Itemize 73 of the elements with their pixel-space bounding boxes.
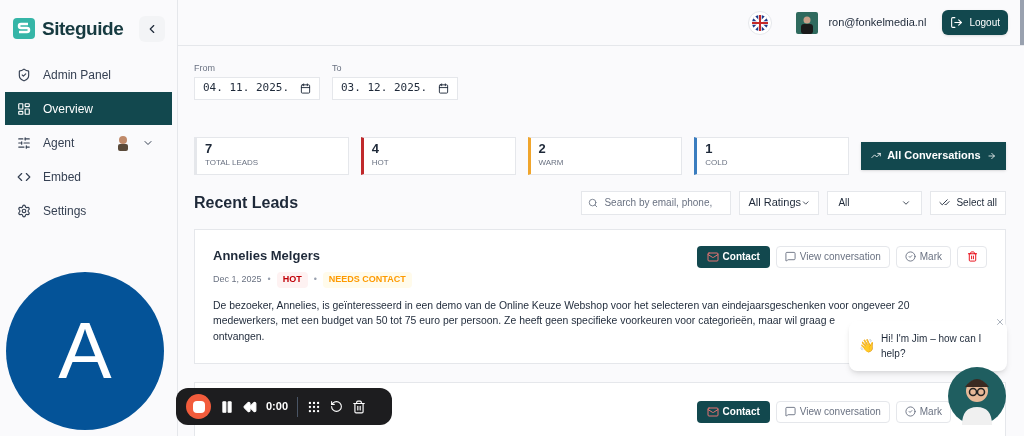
logout-button[interactable]: Logout <box>942 10 1008 35</box>
settings-icon <box>17 203 31 218</box>
user-email: ron@fonkelmedia.nl <box>828 15 927 31</box>
date-field[interactable]: 04. 11. 2025. <box>194 76 320 100</box>
logo-icon <box>12 17 36 41</box>
stat-label: HOT <box>371 157 390 169</box>
select-all-button[interactable]: Select all <box>930 190 1006 215</box>
stat-label: TOTAL LEADS <box>205 157 260 169</box>
summary-line: medewerkers, met een budget van 50 tot 75 euro per persoon. Ze heeft geen specifieke voorkeuren voor categorieën, maar wil graag e <box>213 314 836 328</box>
contact-button[interactable]: Contact <box>696 245 770 268</box>
sidebar-item[interactable]: Admin Panel <box>5 58 172 91</box>
wave-icon: 👋 <box>859 336 875 356</box>
chat-icon <box>784 251 796 262</box>
pause-icon[interactable] <box>220 399 234 414</box>
search-icon <box>588 197 599 208</box>
chatbot-avatar-icon[interactable] <box>948 367 1006 425</box>
section-title: Recent Leads <box>194 192 299 213</box>
mark-button[interactable]: Mark <box>895 245 951 268</box>
calendar-icon <box>300 82 311 94</box>
brand-name: Siteguide <box>42 16 124 41</box>
stat-value: 2 <box>538 142 547 155</box>
rewind-icon[interactable] <box>243 399 257 414</box>
double-check-icon <box>939 197 951 208</box>
mail-icon <box>706 405 719 418</box>
separator-dot: • <box>267 273 271 286</box>
restart-icon[interactable] <box>330 400 344 413</box>
sidebar-item[interactable]: Embed <box>5 160 172 193</box>
admin-icon <box>17 67 31 82</box>
date-label: To <box>332 62 343 75</box>
summary-line: ontvangen. <box>213 329 265 344</box>
stat-value: 4 <box>371 142 380 155</box>
date-field[interactable]: 03. 12. 2025. <box>332 76 458 100</box>
overview-icon <box>17 101 31 116</box>
trash-icon <box>966 251 978 262</box>
trash-icon[interactable] <box>352 399 367 414</box>
view-conversation-button[interactable]: View conversation <box>775 245 890 268</box>
sidebar-item[interactable]: Agent <box>5 126 172 159</box>
status-badge: NEEDS CONTACT <box>322 272 412 288</box>
stat-label: COLD <box>705 157 729 169</box>
grid-icon[interactable] <box>307 399 322 414</box>
check-icon <box>904 406 916 417</box>
recording-time: 0:00 <box>266 399 289 415</box>
logout-icon <box>950 16 964 29</box>
chat-icon <box>784 406 796 417</box>
lead-date: Dec 1, 2025 <box>213 273 262 286</box>
agent-icon <box>17 135 31 150</box>
agent-avatar-icon <box>116 134 130 151</box>
date-label: From <box>194 62 216 75</box>
all-conversations-button[interactable]: All Conversations <box>861 141 1006 170</box>
rating-badge: HOT <box>276 272 308 288</box>
mail-icon <box>706 250 719 263</box>
status-dropdown[interactable]: All <box>827 190 923 215</box>
view-conversation-button[interactable]: View conversation <box>775 400 890 423</box>
calendar-icon <box>438 82 449 94</box>
search-input[interactable]: Search by email, phone, <box>604 195 725 210</box>
delete-button[interactable] <box>957 245 987 268</box>
stop-button[interactable] <box>186 394 211 419</box>
stat-value: 1 <box>705 142 714 155</box>
stat-value: 7 <box>205 142 214 155</box>
contact-button[interactable]: Contact <box>696 400 770 423</box>
search-field[interactable]: Search by email, phone, <box>581 190 732 215</box>
summary-line: De bezoeker, Annelies, is geïnteresseerd in een demo van de Online Keuze Webshop voor het selecteren van eindejaarsgeschenken voor ongeveer 20 <box>213 298 910 313</box>
lead-name: Annelies Melgers <box>213 246 321 265</box>
separator-dot: • <box>313 273 317 286</box>
user-avatar-icon <box>796 11 819 34</box>
rating-dropdown[interactable]: All Ratings <box>739 190 820 215</box>
check-icon <box>904 251 916 262</box>
chat-message: Hi! I'm Jim – how can I help? <box>881 332 983 361</box>
stat-label: WARM <box>538 157 565 169</box>
uk-flag-icon <box>748 10 773 35</box>
mark-button[interactable]: Mark <box>895 400 951 423</box>
sidebar-item[interactable]: Settings <box>5 194 172 227</box>
sidebar-item[interactable]: Overview <box>5 92 172 125</box>
